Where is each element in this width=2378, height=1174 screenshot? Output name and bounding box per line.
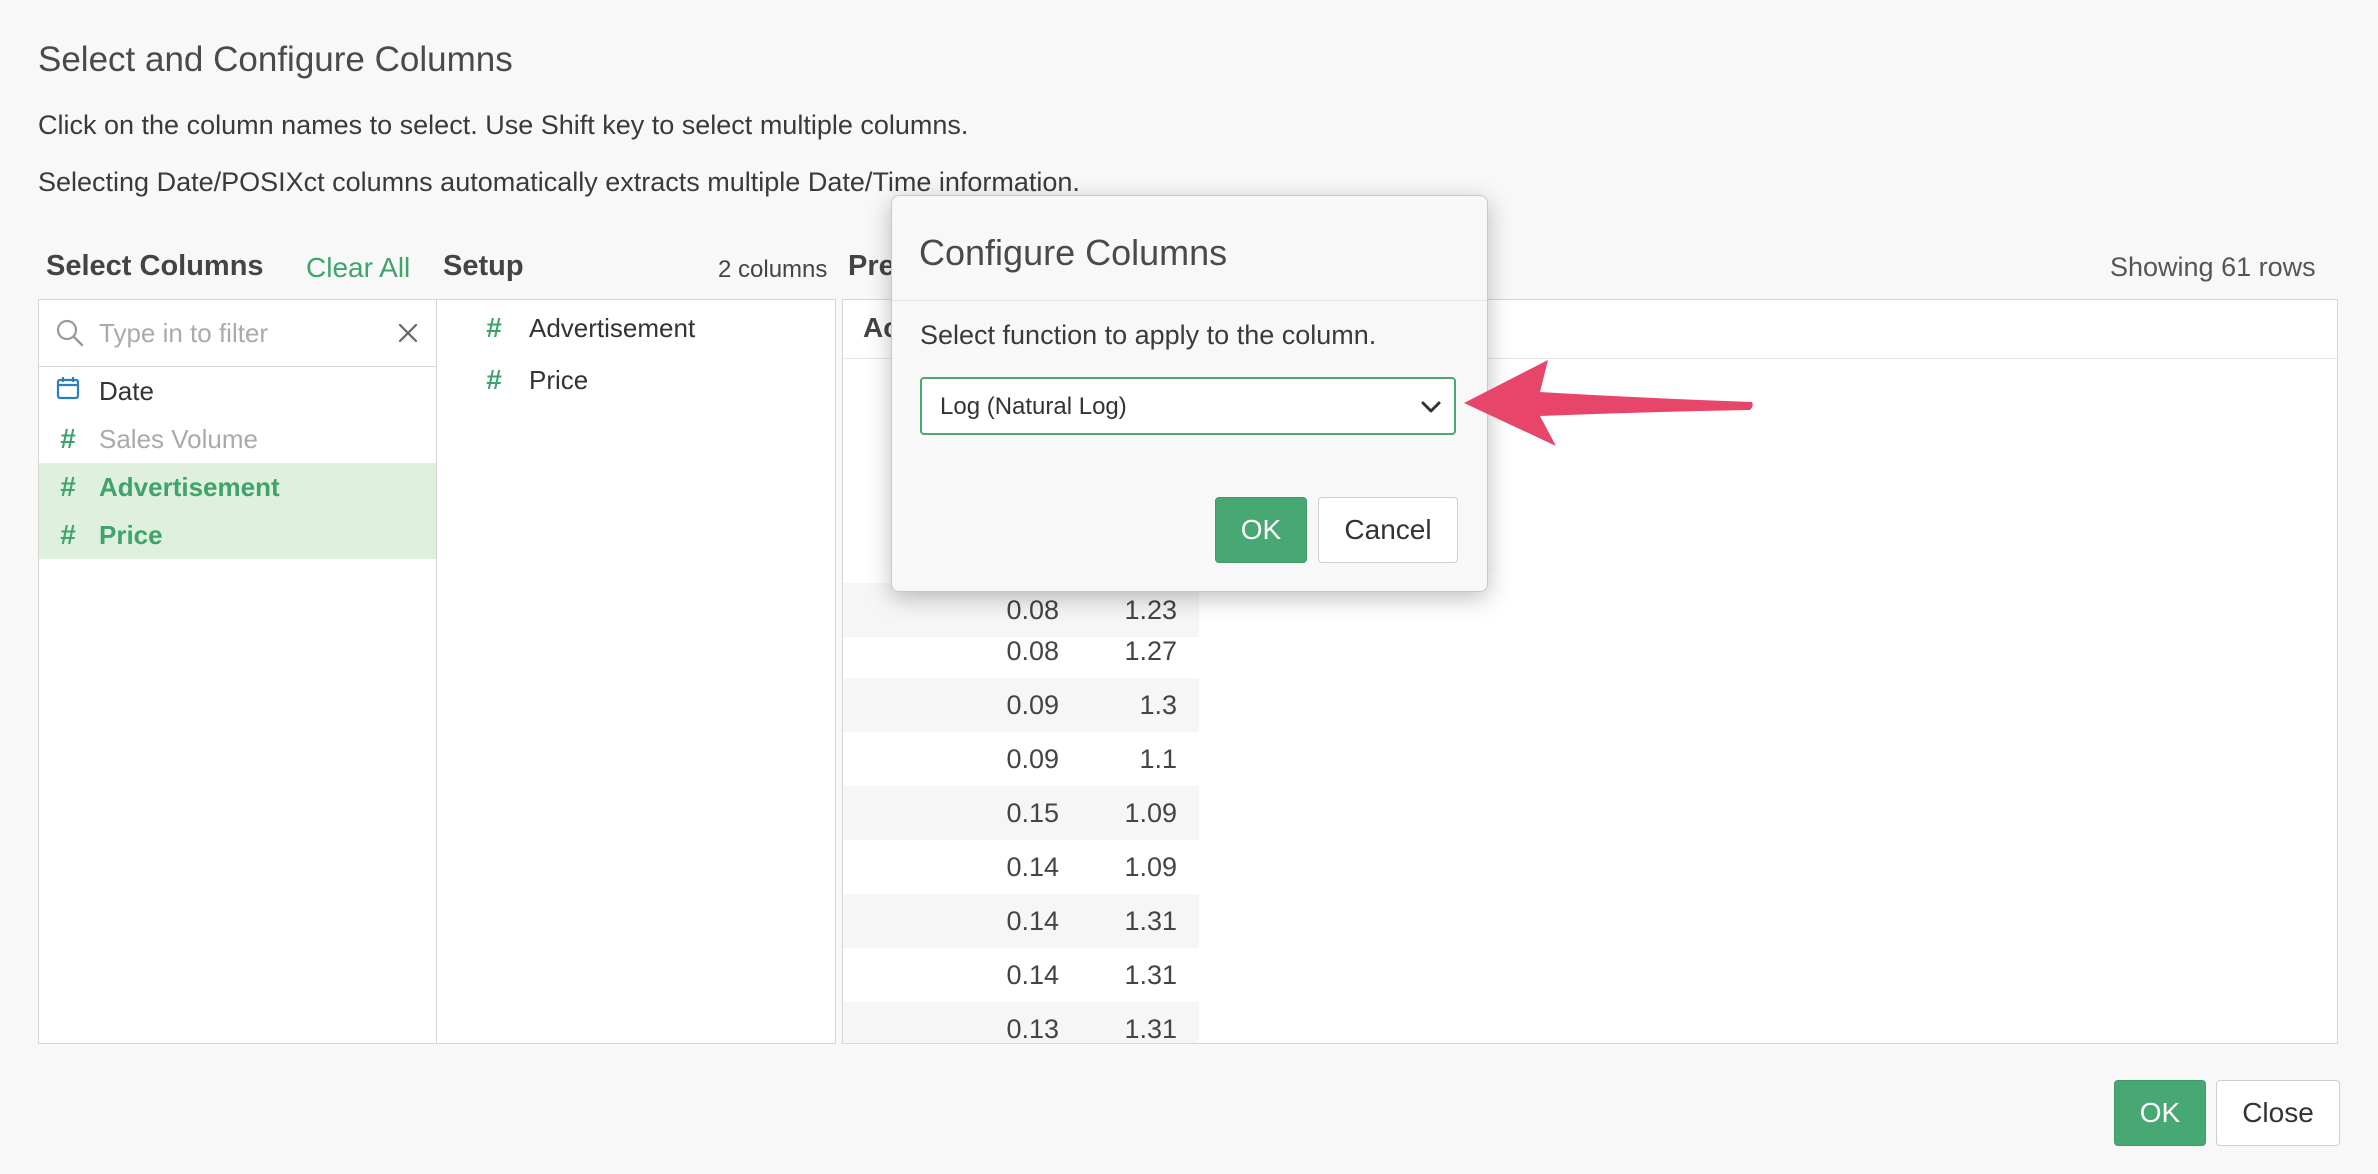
clear-filter-icon[interactable] <box>393 318 423 348</box>
cell-price: 1.31 <box>1124 960 1177 990</box>
ok-button[interactable]: OK <box>2114 1080 2206 1146</box>
cell-advertisement: 0.13 <box>1006 1014 1059 1044</box>
column-item-label: Date <box>99 375 154 406</box>
close-button[interactable]: Close <box>2216 1080 2340 1146</box>
clear-all-link[interactable]: Clear All <box>306 252 410 284</box>
hash-icon: # <box>486 364 502 395</box>
setup-item-label: Price <box>529 364 589 395</box>
page-title: Select and Configure Columns <box>38 40 513 79</box>
setup-item-advertisement[interactable]: # Advertisement <box>481 312 695 344</box>
setup-item-price[interactable]: # Price <box>481 364 588 396</box>
table-row: 0.15 1.09 <box>843 786 1199 840</box>
cell-advertisement: 0.14 <box>1006 960 1059 990</box>
function-select-value: Log (Natural Log) <box>940 393 1127 420</box>
column-item-label: Advertisement <box>99 471 280 502</box>
select-columns-panel: Date # Sales Volume # Advertisement # Pr… <box>38 299 437 1044</box>
configure-columns-dialog: Configure Columns Select function to app… <box>891 195 1488 592</box>
cell-advertisement: 0.14 <box>1006 906 1059 936</box>
cell-advertisement: 0.14 <box>1006 852 1059 882</box>
cell-price: 1.31 <box>1124 1014 1177 1044</box>
cell-advertisement: 0.08 <box>1006 595 1059 625</box>
cell-advertisement: 0.09 <box>1006 744 1059 774</box>
date-info-text: Selecting Date/POSIXct columns automatic… <box>38 167 1080 197</box>
table-row: 0.09 1.1 <box>843 732 1199 786</box>
annotation-arrow-icon <box>1464 360 1753 446</box>
cell-advertisement: 0.08 <box>1006 636 1059 666</box>
cell-price: 1.09 <box>1124 852 1177 882</box>
hash-icon: # <box>60 423 76 454</box>
table-row: 0.14 1.09 <box>843 840 1199 894</box>
instructions-text: Click on the column names to select. Use… <box>38 110 969 140</box>
setup-item-label: Advertisement <box>529 312 696 343</box>
column-item-price[interactable]: # Price <box>39 511 436 559</box>
table-row: 0.14 1.31 <box>843 894 1199 948</box>
dialog-label: Select function to apply to the column. <box>920 320 1377 350</box>
search-icon <box>56 319 84 347</box>
cell-advertisement: 0.09 <box>1006 690 1059 720</box>
filter-bar <box>39 300 436 367</box>
hash-icon: # <box>60 471 76 502</box>
cell-price: 1.3 <box>1139 690 1177 720</box>
select-columns-heading: Select Columns <box>46 250 264 282</box>
column-item-label: Sales Volume <box>99 423 258 454</box>
calendar-icon <box>55 375 81 407</box>
cell-price: 1.27 <box>1124 636 1177 666</box>
preview-heading: Pre <box>848 250 895 282</box>
row-count: Showing 61 rows <box>2110 252 2316 282</box>
cell-advertisement: 0.15 <box>1006 798 1059 828</box>
cell-price: 1.1 <box>1139 744 1177 774</box>
column-item-date[interactable]: Date <box>39 367 436 415</box>
setup-panel: # Advertisement # Price <box>436 299 836 1044</box>
cell-price: 1.09 <box>1124 798 1177 828</box>
setup-heading: Setup <box>443 250 524 282</box>
dialog-cancel-button[interactable]: Cancel <box>1318 497 1458 563</box>
column-item-sales-volume[interactable]: # Sales Volume <box>39 415 436 463</box>
table-row: 0.08 1.27 <box>843 624 1199 678</box>
table-row: 0.14 1.31 <box>843 948 1199 1002</box>
hash-icon: # <box>60 519 76 550</box>
dialog-divider <box>892 300 1487 301</box>
function-select[interactable]: Log (Natural Log) <box>920 377 1456 435</box>
table-row: 0.13 1.31 <box>843 1002 1199 1044</box>
chevron-down-icon <box>1421 401 1441 413</box>
dialog-ok-button[interactable]: OK <box>1215 497 1307 563</box>
cell-price: 1.23 <box>1124 595 1177 625</box>
table-row: 0.09 1.3 <box>843 678 1199 732</box>
column-count: 2 columns <box>718 256 828 283</box>
filter-input[interactable] <box>97 312 381 354</box>
dialog-title: Configure Columns <box>919 232 1228 273</box>
hash-icon: # <box>486 312 502 343</box>
cell-price: 1.31 <box>1124 906 1177 936</box>
column-item-advertisement[interactable]: # Advertisement <box>39 463 436 511</box>
column-item-label: Price <box>99 519 163 550</box>
